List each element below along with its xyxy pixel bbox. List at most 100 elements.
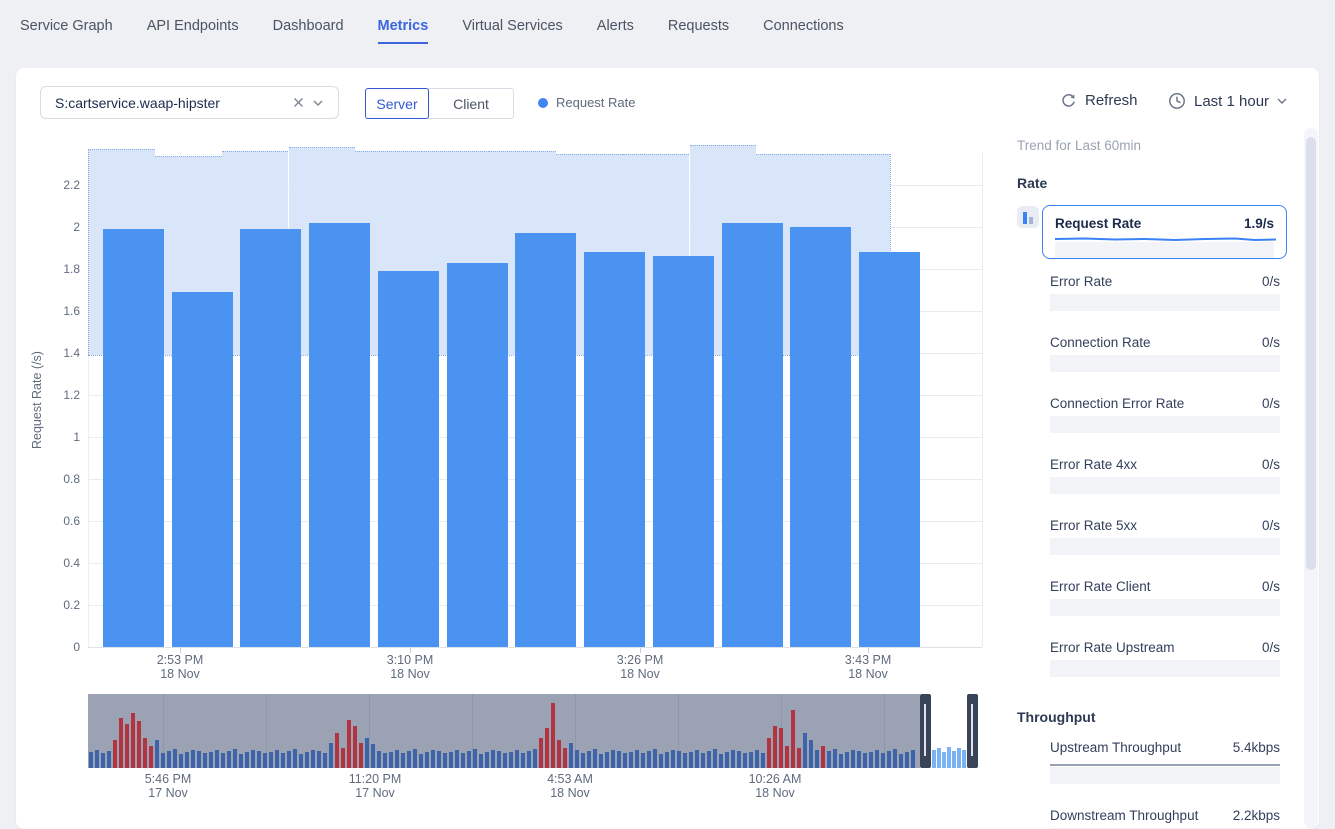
metric-value: 0/s [1262, 396, 1280, 412]
metric-row: Error Rate 4xx0/s [1050, 457, 1280, 473]
y-axis-tick: 2 [36, 220, 80, 234]
tab-metrics[interactable]: Metrics [378, 12, 429, 44]
chevron-down-icon [1277, 98, 1287, 104]
minimap-bar [719, 754, 723, 768]
minimap-bar [905, 752, 909, 768]
metric-row: Downstream Throughput2.2kbps [1050, 808, 1280, 824]
request-rate-bar [240, 229, 301, 647]
minimap-bar [881, 753, 885, 768]
metric-spark-fill [1050, 538, 1280, 555]
metric-card-request-rate[interactable]: Request Rate1.9/s [1042, 205, 1287, 259]
minimap-bar [749, 752, 753, 768]
minimap-bar [605, 752, 609, 768]
minimap-bar [557, 740, 561, 768]
metric-item-connection-error-rate[interactable]: Connection Error Rate0/s [1050, 396, 1280, 433]
metric-item-downstream-throughput[interactable]: Downstream Throughput2.2kbps [1050, 808, 1280, 829]
refresh-button[interactable]: Refresh [1060, 92, 1138, 109]
client-toggle-button[interactable]: Client [428, 88, 514, 119]
minimap-bar [611, 750, 615, 768]
minimap-bar [755, 750, 759, 768]
minimap-bar [899, 754, 903, 768]
metric-item-error-rate[interactable]: Error Rate0/s [1050, 274, 1280, 311]
minimap-bar [479, 754, 483, 768]
minimap-bar [857, 751, 861, 768]
minimap-bar [569, 743, 573, 768]
y-axis-title: Request Rate (/s) [30, 351, 44, 449]
sidebar-scrollbar-thumb[interactable] [1306, 137, 1316, 570]
minimap-bar [683, 753, 687, 768]
metric-spark-fill [1050, 416, 1280, 433]
minimap-bar [767, 738, 771, 768]
tab-requests[interactable]: Requests [668, 12, 729, 44]
server-toggle-button[interactable]: Server [365, 88, 429, 119]
minimap-bar [311, 750, 315, 768]
minimap-bar [239, 754, 243, 768]
metric-item-upstream-throughput[interactable]: Upstream Throughput5.4kbps [1050, 740, 1280, 784]
minimap-bar [521, 753, 525, 768]
minimap-bar [497, 751, 501, 768]
tab-connections[interactable]: Connections [763, 12, 844, 44]
metric-label: Error Rate Client [1050, 579, 1151, 595]
request-rate-bar [722, 223, 783, 647]
brush-handle-right[interactable] [967, 694, 978, 768]
minimap-bar [221, 753, 225, 768]
tab-virtual-services[interactable]: Virtual Services [462, 12, 562, 44]
minimap-bar [851, 750, 855, 768]
minimap-bar [89, 752, 93, 768]
minimap-bar [791, 710, 795, 768]
clock-icon [1168, 92, 1186, 110]
minimap-bar [197, 751, 201, 768]
tab-api-endpoints[interactable]: API Endpoints [147, 12, 239, 44]
metric-item-error-rate-client[interactable]: Error Rate Client0/s [1050, 579, 1280, 616]
bar-chart-icon[interactable] [1017, 206, 1039, 228]
tab-dashboard[interactable]: Dashboard [273, 12, 344, 44]
minimap-bar [635, 750, 639, 768]
minimap-bar [665, 752, 669, 768]
y-axis-tick: 0.4 [36, 556, 80, 570]
metric-item-connection-rate[interactable]: Connection Rate0/s [1050, 335, 1280, 372]
minimap-bar [263, 753, 267, 768]
metric-item-error-rate-5xx[interactable]: Error Rate 5xx0/s [1050, 518, 1280, 555]
y-axis-tick: 0.8 [36, 472, 80, 486]
main-panel: S:cartservice.waap-hipster Server Client… [16, 68, 1319, 829]
minimap-bar [839, 754, 843, 768]
x-axis-label: 3:43 PM18 Nov [823, 653, 913, 681]
metric-item-error-rate-upstream[interactable]: Error Rate Upstream0/s [1050, 640, 1280, 677]
minimap-bar [731, 750, 735, 768]
clear-filter-icon[interactable] [288, 93, 308, 113]
time-range-select[interactable]: Last 1 hour [1168, 92, 1287, 110]
request-rate-bar [172, 292, 233, 647]
minimap-bar [401, 753, 405, 768]
minimap-bar [443, 753, 447, 768]
tab-service-graph[interactable]: Service Graph [20, 12, 113, 44]
minimap-bar [227, 751, 231, 768]
brush-handle-grip [971, 704, 973, 756]
minimap-bar [887, 751, 891, 768]
legend-request-rate[interactable]: Request Rate [538, 95, 636, 110]
minimap-bar [743, 753, 747, 768]
minimap-bar [845, 752, 849, 768]
minimap-bar [407, 751, 411, 768]
metric-row: Error Rate0/s [1050, 274, 1280, 290]
chevron-down-icon[interactable] [308, 93, 328, 113]
minimap-bar [671, 750, 675, 768]
minimap-bar [131, 713, 135, 768]
section-heading-throughput: Throughput [1017, 709, 1304, 725]
service-filter-select[interactable]: S:cartservice.waap-hipster [40, 86, 339, 119]
y-axis-tick: 1.6 [36, 304, 80, 318]
minimap-bar [833, 749, 837, 768]
minimap-bar [527, 751, 531, 768]
minimap-bar [869, 752, 873, 768]
minimap-bar [815, 750, 819, 768]
minimap-bar [629, 752, 633, 768]
brush-handle-left[interactable] [920, 694, 931, 768]
minimap-bar [809, 740, 813, 768]
minimap-bar [287, 751, 291, 768]
minimap-bar [599, 754, 603, 768]
minimap-bar [545, 728, 549, 768]
tab-alerts[interactable]: Alerts [597, 12, 634, 44]
minimap-bar [185, 752, 189, 768]
minimap-bar [803, 733, 807, 768]
minimap-bar [701, 753, 705, 768]
metric-item-error-rate-4xx[interactable]: Error Rate 4xx0/s [1050, 457, 1280, 494]
